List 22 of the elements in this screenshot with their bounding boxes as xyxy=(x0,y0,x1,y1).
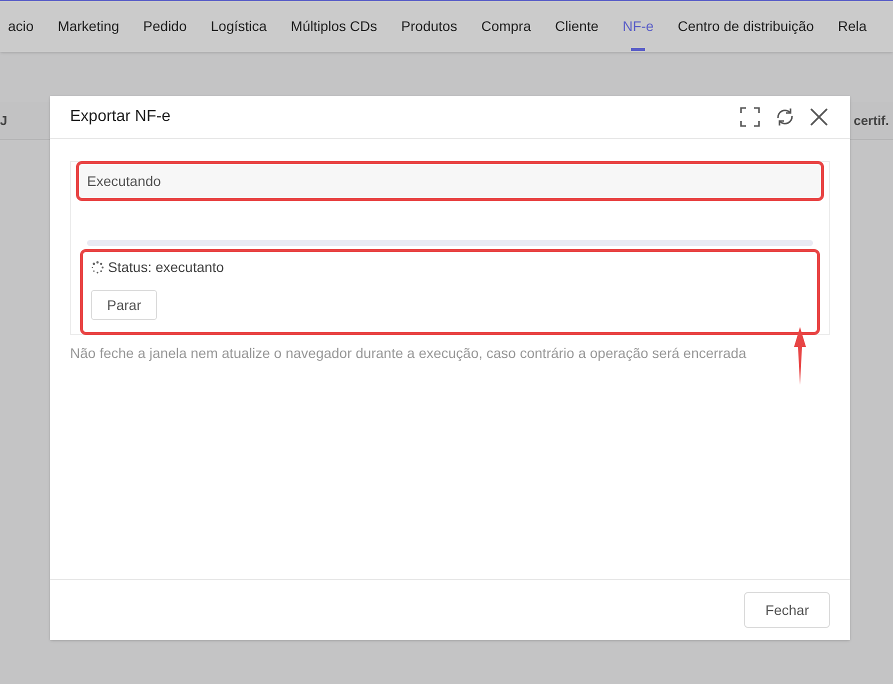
nav-tab[interactable]: Produtos xyxy=(389,1,470,52)
nav-tab[interactable]: Marketing xyxy=(46,1,132,52)
close-icon[interactable] xyxy=(810,108,828,126)
nav-tab[interactable]: acio xyxy=(0,1,46,52)
nav-tab[interactable]: Pedido xyxy=(131,1,199,52)
close-button[interactable]: Fechar xyxy=(744,592,830,628)
nav-tab[interactable]: Compra xyxy=(469,1,543,52)
status-text: Status: executanto xyxy=(108,258,224,277)
refresh-icon[interactable] xyxy=(774,106,796,128)
column-header: certif. xyxy=(854,112,889,130)
nav-tab[interactable]: Centro de distribuição xyxy=(666,1,826,52)
warning-text: Não feche a janela nem atualize o navegador durante a execução, caso contrário a operação será encerrada xyxy=(70,344,748,363)
dialog-title: Exportar NF-e xyxy=(70,107,170,127)
nav-tab[interactable]: Cliente xyxy=(543,1,611,52)
task-header: Executando xyxy=(79,164,821,198)
fullscreen-icon[interactable] xyxy=(740,107,760,127)
column-header: J xyxy=(0,112,8,130)
nav-tab[interactable]: Múltiplos CDs xyxy=(278,1,390,52)
nav-tab[interactable]: Rela xyxy=(826,1,879,52)
nav-tab[interactable]: Logística xyxy=(198,1,279,52)
stop-button[interactable]: Parar xyxy=(91,290,158,320)
spinner-icon xyxy=(91,261,104,274)
